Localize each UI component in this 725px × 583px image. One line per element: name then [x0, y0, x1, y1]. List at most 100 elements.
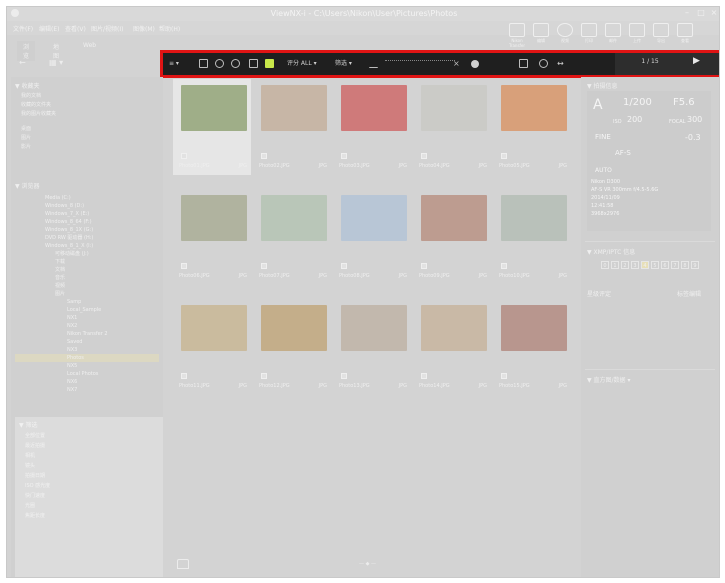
play-slideshow-button[interactable]: ▶: [693, 56, 700, 66]
rotate-right-icon[interactable]: [231, 59, 240, 68]
tree-node[interactable]: 音乐: [15, 274, 159, 282]
browser-header[interactable]: ▼ 浏览器: [15, 181, 159, 190]
filter-item[interactable]: 全部位置: [25, 432, 163, 439]
tree-node[interactable]: Windows_8_64 (F:): [15, 218, 159, 226]
tree-node[interactable]: NX1: [15, 314, 159, 322]
thumbnail-image[interactable]: [181, 195, 247, 241]
movie-button[interactable]: 视频: [555, 23, 575, 43]
filter-item[interactable]: 相机: [25, 452, 163, 459]
thumbnail-cell[interactable]: Photo06.JPG JPG: [173, 189, 251, 285]
folder-view-button[interactable]: ▦ ▾: [49, 58, 63, 67]
thumbnail-image[interactable]: [501, 195, 567, 241]
computer-item[interactable]: 影片: [15, 143, 159, 150]
mail-button[interactable]: 邮件: [603, 23, 623, 43]
tree-node[interactable]: Windows_8 (D:): [15, 202, 159, 210]
tree-node[interactable]: Windows_7_X (E:): [15, 210, 159, 218]
viewer-button[interactable]: 查看: [675, 23, 695, 43]
filter-header[interactable]: ▼ 筛选: [19, 420, 163, 429]
filter-item[interactable]: 镜头: [25, 462, 163, 469]
tree-node[interactable]: NX5: [15, 362, 159, 370]
tree-node[interactable]: 视频: [15, 282, 159, 290]
tree-node[interactable]: 下载: [15, 258, 159, 266]
grid-splitter[interactable]: — ◆ —: [359, 561, 376, 567]
filter-item[interactable]: 光圈: [25, 502, 163, 509]
favorite-item[interactable]: 我的文档: [15, 92, 159, 99]
toolbar-menu-button[interactable]: ≡ ▾: [169, 58, 179, 70]
rating-cell[interactable]: 8: [681, 261, 689, 269]
thumbnail-image[interactable]: [261, 85, 327, 131]
thumbnail-cell[interactable]: Photo11.JPG JPG: [173, 299, 251, 395]
menu-edit[interactable]: 编辑(E): [39, 24, 59, 33]
tree-node[interactable]: Local Photos: [15, 370, 159, 378]
tree-node[interactable]: 文档: [15, 266, 159, 274]
tree-node[interactable]: Saved: [15, 338, 159, 346]
menu-view[interactable]: 查看(V): [65, 24, 86, 33]
thumbnail-image[interactable]: [181, 85, 247, 131]
thumbnail-image[interactable]: [261, 195, 327, 241]
thumbnail-cell[interactable]: Photo05.JPG JPG: [493, 79, 571, 175]
tree-node[interactable]: NX3: [15, 346, 159, 354]
expand-icon[interactable]: ↔: [557, 58, 564, 70]
tree-node[interactable]: NX7: [15, 386, 159, 394]
rating-cell[interactable]: 6: [661, 261, 669, 269]
thumbnail-image[interactable]: [341, 305, 407, 351]
thumbnail-cell[interactable]: Photo09.JPG JPG: [413, 189, 491, 285]
filter-item[interactable]: 焦距长度: [25, 512, 163, 519]
print-button[interactable]: 打印: [579, 23, 599, 43]
maximize-button[interactable]: □: [695, 8, 707, 18]
info-header[interactable]: ▼ 拍摄信息: [587, 81, 618, 90]
rating-filter-dropdown[interactable]: 评分 ALL ▾: [287, 58, 317, 70]
tree-node[interactable]: NX6: [15, 378, 159, 386]
close-small-icon[interactable]: ×: [453, 59, 462, 68]
compare-icon[interactable]: [249, 59, 258, 68]
filter-item[interactable]: 拍摄日期: [25, 472, 163, 479]
grid-view-icon[interactable]: [519, 59, 528, 68]
thumbnail-cell[interactable]: Photo04.JPG JPG: [413, 79, 491, 175]
thumbnail-cell[interactable]: Photo13.JPG JPG: [333, 299, 411, 395]
menu-image[interactable]: 图像(M): [133, 24, 155, 33]
computer-item[interactable]: 图片: [15, 134, 159, 141]
tree-node[interactable]: Samp: [15, 298, 159, 306]
thumbnail-image[interactable]: [341, 85, 407, 131]
label-icon[interactable]: [265, 59, 274, 68]
menu-help[interactable]: 帮助(H): [159, 24, 180, 33]
thumbnail-cell[interactable]: Photo08.JPG JPG: [333, 189, 411, 285]
thumbnail-cell[interactable]: Photo15.JPG JPG: [493, 299, 571, 395]
rotate-left-icon[interactable]: [215, 59, 224, 68]
thumbnail-cell[interactable]: Photo03.JPG JPG: [333, 79, 411, 175]
computer-item[interactable]: 桌面: [15, 125, 159, 132]
tree-node-selected[interactable]: Photos: [15, 354, 159, 362]
minimize-button[interactable]: –: [681, 8, 693, 18]
filter-item[interactable]: 最近拍摄: [25, 442, 163, 449]
thumbnail-image[interactable]: [501, 85, 567, 131]
thumbnail-image[interactable]: [421, 305, 487, 351]
back-button[interactable]: ←: [19, 58, 26, 67]
thumbnail-image[interactable]: [261, 305, 327, 351]
tree-node[interactable]: Media (C:): [15, 194, 159, 202]
favorite-item[interactable]: 收藏的文件夹: [15, 101, 159, 108]
favorites-header[interactable]: ▼ 收藏夹: [15, 81, 159, 90]
label-edit-button[interactable]: 标签编辑: [677, 289, 701, 298]
tree-node[interactable]: Windows_8_1X (G:): [15, 226, 159, 234]
thumbnail-cell[interactable]: Photo12.JPG JPG: [253, 299, 331, 395]
thumbnail-icon[interactable]: [199, 59, 208, 68]
menu-file[interactable]: 文件(F): [13, 24, 33, 33]
close-button[interactable]: ×: [708, 8, 719, 18]
tree-node[interactable]: 可移动磁盘 (J:): [15, 250, 159, 258]
thumbnail-image[interactable]: [421, 195, 487, 241]
histogram-header[interactable]: ▼ 直方图/数据 ▾: [587, 375, 630, 384]
tree-node[interactable]: 图片: [15, 290, 159, 298]
thumbnail-image[interactable]: [421, 85, 487, 131]
edit-button[interactable]: 编辑: [531, 23, 551, 43]
thumbnail-image[interactable]: [341, 195, 407, 241]
thumbnail-cell[interactable]: Photo14.JPG JPG: [413, 299, 491, 395]
thumbnail-cell[interactable]: Photo10.JPG JPG: [493, 189, 571, 285]
menu-image-video[interactable]: 图片/视频(I): [91, 24, 123, 33]
rating-cell[interactable]: 9: [691, 261, 699, 269]
thumbnail-size-slider[interactable]: [385, 60, 455, 64]
thumbnail-image[interactable]: [181, 305, 247, 351]
rating-cell-marked[interactable]: 4: [641, 261, 649, 269]
slider-knob-icon[interactable]: [471, 60, 479, 68]
upload-button[interactable]: 上传: [627, 23, 647, 43]
rating-cell[interactable]: 3: [631, 261, 639, 269]
